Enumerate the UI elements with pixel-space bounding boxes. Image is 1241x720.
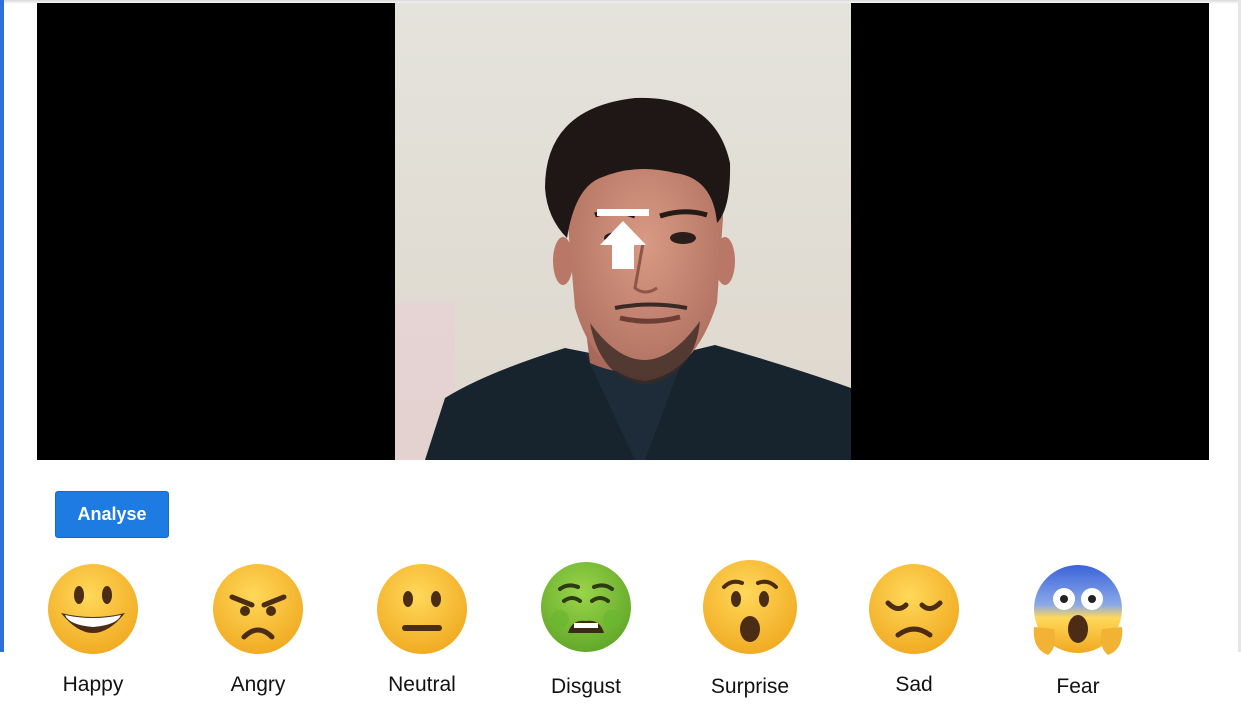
fear-emoji-icon [1033,565,1123,655]
webcam-video-frame [37,3,1209,460]
happy-emoji-icon [48,564,138,654]
emotion-option-happy[interactable]: Happy [28,555,158,715]
sad-emoji-icon [869,564,959,654]
emotion-label-disgust: Disgust [550,675,622,698]
emotion-option-surprise[interactable]: Surprise [685,555,815,715]
emotion-option-angry[interactable]: Angry [193,555,323,715]
emotion-option-disgust[interactable]: Disgust [521,555,651,715]
emotion-label-fear: Fear [1056,675,1100,698]
emotion-label-angry: Angry [230,673,286,696]
emotion-selector-row: Happy Angry Neutral Disgust Surprise Sad… [0,555,1241,720]
neutral-emoji-icon [377,564,467,654]
upload-arrow-icon[interactable] [594,207,652,271]
analyse-button[interactable]: Analyse [55,491,169,538]
emotion-option-sad[interactable]: Sad [849,555,979,715]
emotion-label-surprise: Surprise [710,675,790,698]
emotion-option-fear[interactable]: Fear [1013,555,1143,715]
angry-emoji-icon [213,564,303,654]
surprise-emoji-icon [703,560,797,654]
emotion-label-neutral: Neutral [388,673,456,696]
emotion-label-happy: Happy [62,673,124,696]
emotion-option-neutral[interactable]: Neutral [357,555,487,715]
emotion-label-sad: Sad [895,673,933,696]
disgust-emoji-icon [541,562,631,652]
